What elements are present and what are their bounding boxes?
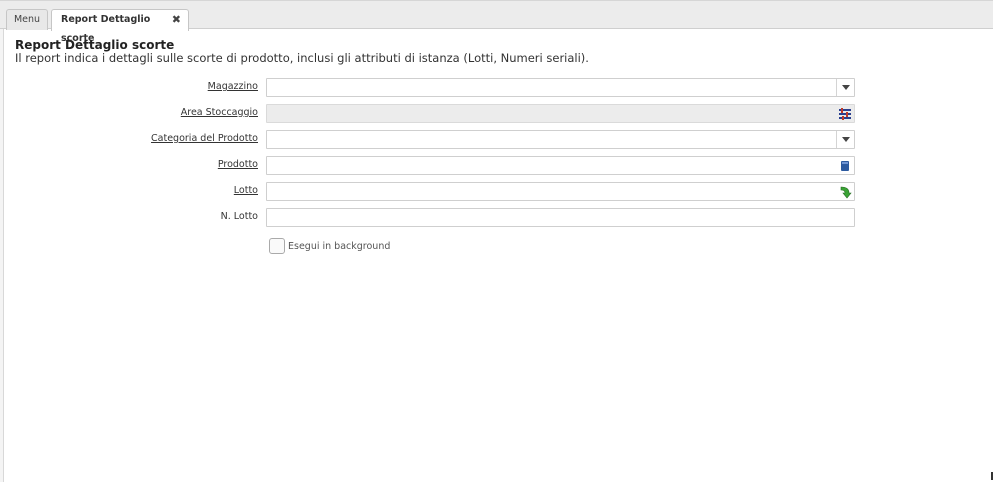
- prodotto-label: Prodotto: [217, 159, 258, 170]
- area-stoccaggio-label: Area Stoccaggio: [180, 107, 258, 118]
- tab-report-dettaglio-scorte[interactable]: Report Dettaglio scorte ✖: [51, 9, 189, 44]
- magazzino-select[interactable]: [266, 78, 855, 97]
- row-area-stoccaggio: Area Stoccaggio: [0, 104, 993, 123]
- row-n-lotto: N. Lotto: [0, 208, 993, 227]
- lot-arrow-icon[interactable]: [836, 183, 854, 200]
- report-header: Report Dettaglio scorte Il report indica…: [15, 38, 589, 65]
- left-edge-strip: [0, 0, 4, 482]
- tab-menu-label: Menu: [13, 14, 41, 25]
- dropdown-arrow-icon[interactable]: [836, 79, 854, 96]
- tab-menu[interactable]: Menu: [6, 9, 48, 30]
- run-in-background[interactable]: Esegui in background: [269, 238, 390, 254]
- run-in-background-checkbox[interactable]: [269, 238, 285, 254]
- row-categoria-prodotto: Categoria del Prodotto: [0, 130, 993, 149]
- row-magazzino: Magazzino: [0, 78, 993, 97]
- tab-bar: Menu Report Dettaglio scorte ✖: [0, 0, 993, 44]
- n-lotto-input[interactable]: [266, 208, 855, 227]
- product-search-icon[interactable]: [836, 157, 854, 174]
- row-prodotto: Prodotto: [0, 156, 993, 175]
- area-stoccaggio-field: [266, 104, 855, 123]
- page-description: Il report indica i dettagli sulle scorte…: [15, 51, 589, 65]
- lotto-field[interactable]: [266, 182, 855, 201]
- close-icon[interactable]: ✖: [172, 10, 181, 29]
- dropdown-arrow-icon[interactable]: [836, 131, 854, 148]
- locator-icon[interactable]: [836, 105, 854, 122]
- categoria-prodotto-select[interactable]: [266, 130, 855, 149]
- magazzino-label: Magazzino: [207, 81, 258, 92]
- page-title: Report Dettaglio scorte: [15, 38, 175, 52]
- prodotto-field[interactable]: [266, 156, 855, 175]
- row-lotto: Lotto: [0, 182, 993, 201]
- run-in-background-label: Esegui in background: [288, 240, 391, 252]
- categoria-prodotto-label: Categoria del Prodotto: [151, 133, 258, 144]
- lotto-label: Lotto: [233, 185, 258, 196]
- n-lotto-label: N. Lotto: [220, 211, 258, 222]
